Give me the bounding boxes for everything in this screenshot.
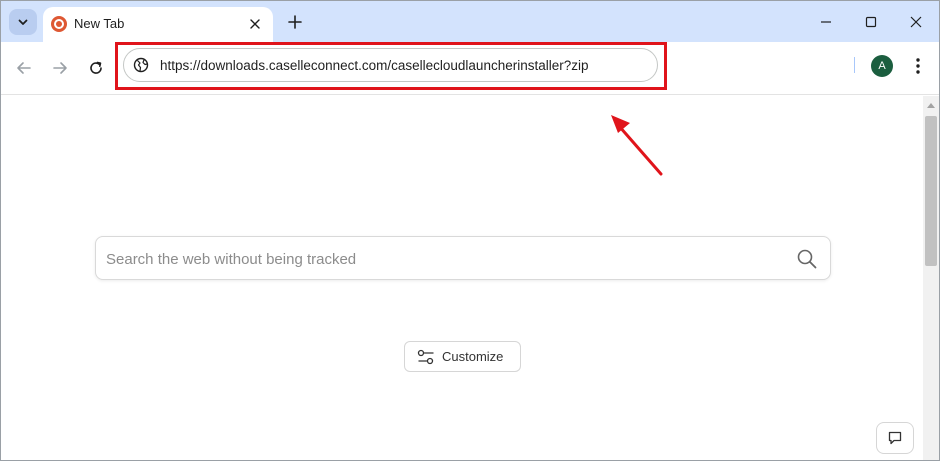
new-tab-button[interactable] — [282, 9, 308, 35]
duckduckgo-favicon-icon — [51, 16, 67, 32]
arrow-left-icon — [17, 62, 31, 74]
profile-avatar[interactable]: A — [871, 55, 893, 77]
search-icon[interactable] — [796, 248, 818, 270]
search-input[interactable] — [106, 249, 766, 269]
plus-icon — [288, 15, 302, 29]
annotation-arrow-icon — [611, 115, 663, 176]
back-button[interactable] — [10, 54, 38, 82]
scrollbar-thumb[interactable] — [925, 116, 937, 266]
tab-new-tab[interactable]: New Tab — [43, 7, 273, 42]
browser-window: New Tab https://downloads.caselleconnect… — [0, 0, 940, 461]
customize-button[interactable]: Customize — [404, 341, 521, 372]
reload-icon — [90, 61, 102, 74]
maximize-icon — [865, 16, 877, 27]
triangle-up-icon — [927, 103, 935, 108]
close-window-button[interactable] — [893, 1, 939, 42]
chevron-down-icon — [18, 19, 28, 25]
kebab-menu-icon — [916, 58, 920, 74]
minimize-icon — [821, 20, 831, 23]
minimize-button[interactable] — [803, 1, 849, 42]
search-box[interactable] — [95, 236, 831, 280]
arrow-right-icon — [53, 62, 67, 74]
tab-search-button[interactable] — [9, 9, 37, 35]
tab-title: New Tab — [74, 16, 125, 31]
chat-bubble-icon — [888, 431, 902, 445]
reload-button[interactable] — [82, 54, 110, 82]
tab-strip: New Tab — [1, 1, 939, 42]
close-icon — [910, 16, 922, 27]
url-highlight-box — [115, 42, 667, 90]
close-icon — [250, 19, 260, 29]
tab-close-button[interactable] — [245, 14, 265, 34]
forward-button[interactable] — [46, 54, 74, 82]
vertical-scrollbar[interactable] — [923, 96, 939, 460]
customize-label: Customize — [442, 349, 504, 364]
page-content: Customize — [1, 96, 923, 460]
maximize-button[interactable] — [848, 1, 894, 42]
toolbar-divider — [854, 57, 855, 73]
feedback-button[interactable] — [876, 422, 914, 454]
scroll-up-button[interactable] — [923, 99, 939, 111]
browser-menu-button[interactable] — [906, 53, 930, 79]
sliders-icon — [417, 349, 434, 365]
